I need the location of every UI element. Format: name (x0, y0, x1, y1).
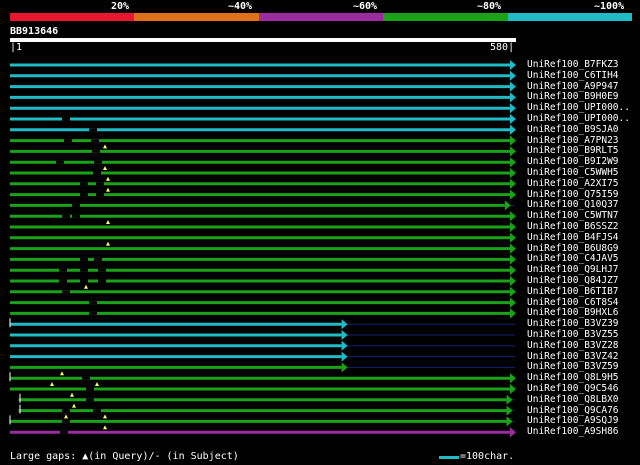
hit-arrow-icon (510, 265, 516, 276)
hit-label[interactable]: UniRef100_B3VZ42 (527, 351, 619, 362)
hit-arrow-icon (510, 308, 516, 319)
query-gap-marker-icon (103, 425, 107, 430)
hit-label[interactable]: UniRef100_B9H0E9 (527, 92, 619, 102)
hit-label[interactable]: UniRef100_Q8L9H5 (527, 373, 619, 383)
hit-arrow-icon (510, 297, 516, 308)
hit-arrow-icon (510, 232, 516, 243)
hit-label[interactable]: UniRef100_B3VZ28 (527, 340, 619, 351)
query-gap-marker-icon (106, 176, 110, 181)
hit-arrow-icon (510, 60, 516, 70)
hit-arrow-icon (510, 114, 516, 124)
hit-label[interactable]: UniRef100_B9SJA0 (527, 124, 619, 135)
hit-label[interactable]: UniRef100_A9SH86 (527, 427, 619, 437)
hit-label[interactable]: UniRef100_Q84JZ7 (527, 276, 619, 286)
hit-label[interactable]: UniRef100_Q9C546 (527, 384, 619, 394)
hit-label[interactable]: UniRef100_Q9LHJ7 (527, 265, 619, 275)
query-gap-marker-icon (106, 241, 110, 246)
hit-label[interactable]: UniRef100_B4FJS4 (527, 232, 619, 243)
scale-key-bar (439, 456, 459, 459)
hit-arrow-icon (341, 330, 348, 340)
hit-label[interactable]: UniRef100_B9I2W9 (527, 157, 619, 167)
hit-arrow-icon (510, 286, 516, 297)
hit-arrow-icon (510, 146, 516, 157)
hit-label[interactable]: UniRef100_B3VZ59 (527, 362, 619, 372)
query-gap-marker-icon (50, 382, 54, 386)
hit-arrow-icon (510, 81, 516, 92)
hit-label[interactable]: UniRef100_Q10Q37 (527, 200, 619, 210)
hit-label[interactable]: UniRef100_A9SQJ9 (527, 416, 619, 426)
hit-arrow-icon (510, 70, 516, 81)
hit-arrow-icon (510, 373, 516, 384)
hit-arrow-icon (510, 254, 516, 265)
hit-arrow-icon (510, 168, 516, 178)
hit-label[interactable]: UniRef100_C4JAV5 (527, 254, 619, 264)
hit-arrow-icon (506, 394, 513, 405)
query-gap-marker-icon (106, 187, 110, 192)
hit-label[interactable]: UniRef100_B3VZ39 (527, 319, 619, 329)
hit-arrow-icon (510, 178, 516, 189)
hit-label[interactable]: UniRef100_C6T8S4 (527, 297, 619, 308)
hit-arrow-icon (510, 427, 516, 438)
hit-arrow-icon (510, 157, 516, 168)
hit-label[interactable]: UniRef100_C5WTN7 (527, 211, 619, 221)
hit-label[interactable]: UniRef100_Q75I59 (527, 189, 619, 200)
hit-label[interactable]: UniRef100_A7PN23 (527, 135, 619, 146)
query-gap-marker-icon (70, 392, 74, 397)
query-gap-marker-icon (95, 382, 99, 386)
hit-arrow-icon (510, 189, 516, 200)
large-gaps-note: Large gaps: ▲(in Query)/- (in Subject) (10, 451, 239, 462)
hit-arrow-icon (510, 211, 516, 222)
hit-label[interactable]: UniRef100_Q9CA76 (527, 405, 619, 416)
hit-arrow-icon (510, 103, 516, 114)
hit-label[interactable]: UniRef100_B6TIB7 (527, 286, 619, 297)
hit-label[interactable]: UniRef100_Q8LBX0 (527, 394, 619, 405)
hit-label[interactable]: UniRef100_B9RLT5 (527, 146, 619, 156)
hit-arrow-icon (506, 405, 513, 416)
hit-label[interactable]: UniRef100_A9P947 (527, 81, 619, 92)
hit-label[interactable]: UniRef100_B9HXL6 (527, 308, 619, 318)
query-gap-marker-icon (60, 371, 64, 376)
hit-arrow-icon (510, 124, 516, 135)
hit-arrow-icon (510, 135, 516, 146)
query-gap-marker-icon (103, 166, 107, 170)
hit-arrow-icon (341, 319, 348, 330)
hit-arrow-icon (510, 222, 516, 232)
hit-arrow-icon (341, 351, 348, 362)
scale-key-label: =100char. (460, 451, 515, 462)
hit-arrow-icon (510, 243, 516, 254)
hit-arrow-icon (510, 92, 516, 103)
hit-label[interactable]: UniRef100_B6SSZ2 (527, 222, 619, 232)
query-gap-marker-icon (103, 144, 107, 149)
hit-label[interactable]: UniRef100_B7FKZ3 (527, 60, 619, 70)
hit-label[interactable]: UniRef100_UPI000.. (527, 103, 630, 113)
hit-arrow-icon (510, 276, 516, 286)
query-gap-marker-icon (64, 414, 68, 419)
hit-arrow-icon (341, 362, 348, 373)
hit-label[interactable]: UniRef100_UPI000.. (527, 114, 630, 124)
query-gap-marker-icon (84, 284, 88, 289)
query-gap-marker-icon (106, 220, 110, 224)
query-gap-marker-icon (72, 403, 76, 408)
hit-label[interactable]: UniRef100_B3VZ55 (527, 330, 619, 340)
query-gap-marker-icon (103, 414, 107, 419)
hit-label[interactable]: UniRef100_B6U8G9 (527, 243, 619, 254)
hit-arrow-icon (504, 200, 511, 211)
hit-arrow-icon (506, 416, 513, 427)
hit-arrow-icon (341, 340, 348, 351)
hit-arrow-icon (510, 384, 516, 394)
hit-label[interactable]: UniRef100_C6TIH4 (527, 70, 619, 81)
hit-label[interactable]: UniRef100_A2XI75 (527, 178, 619, 189)
hit-label[interactable]: UniRef100_C5WWH5 (527, 168, 619, 178)
